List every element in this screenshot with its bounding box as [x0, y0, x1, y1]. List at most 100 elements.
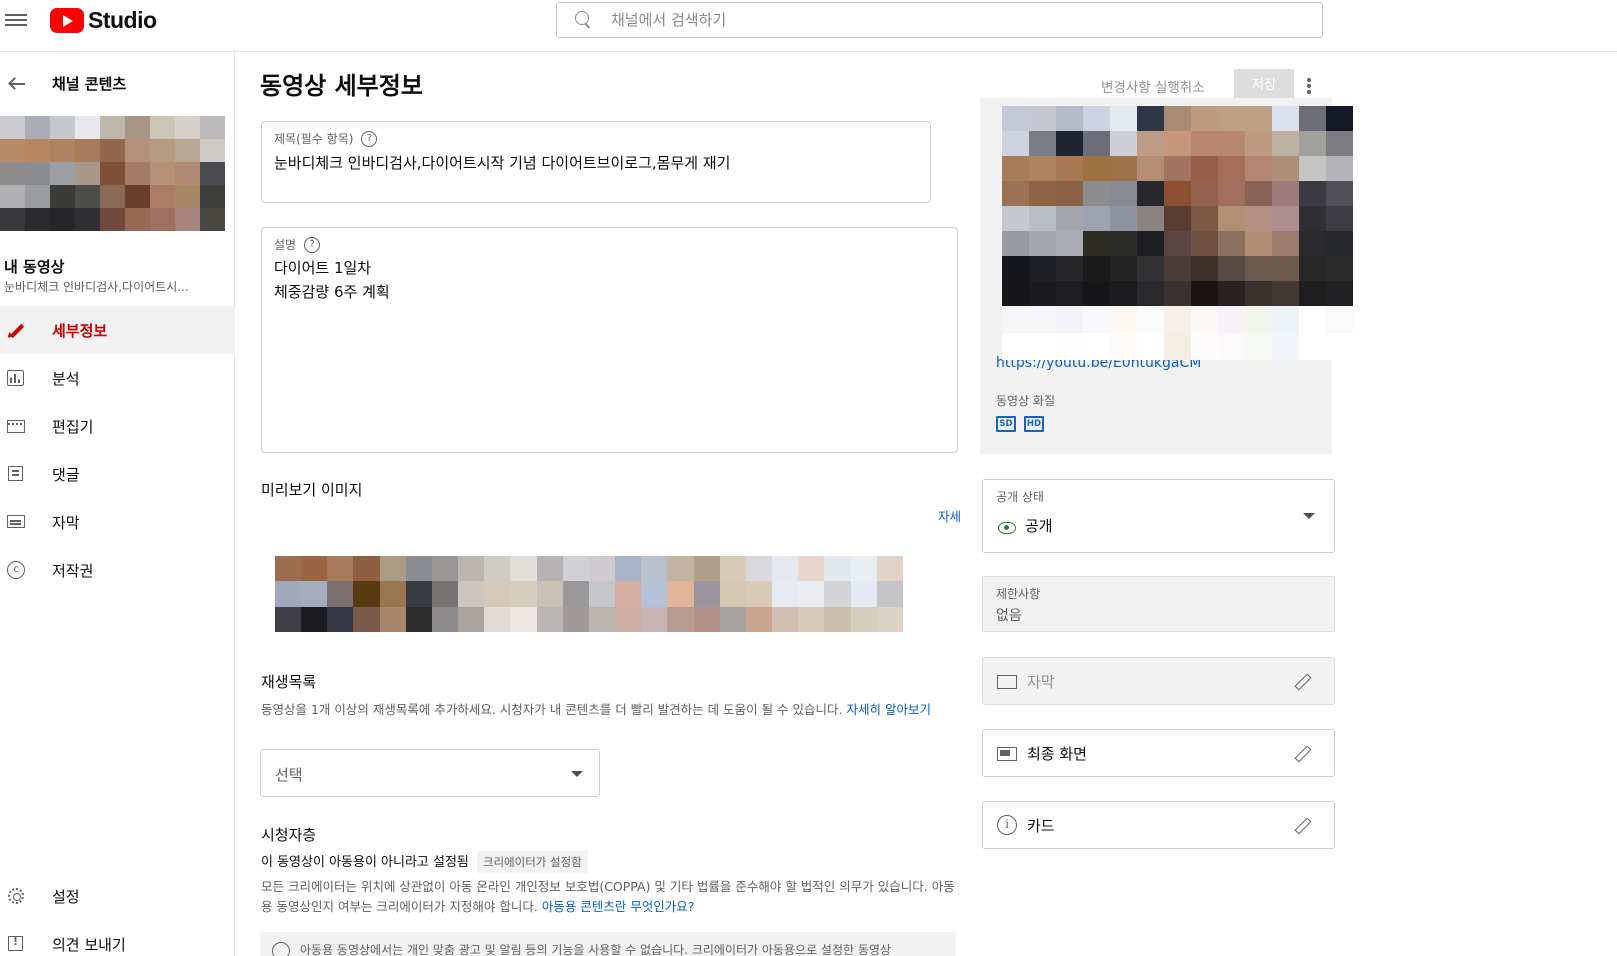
nav-item-feedback[interactable]: 의견 보내기	[0, 920, 235, 956]
cards-row[interactable]: i 카드	[982, 801, 1335, 849]
cards-label: 카드	[1027, 817, 1055, 835]
thumbnail-option[interactable]	[275, 556, 903, 632]
title-input[interactable]: 눈바디체크 인바디검사,다이어트시작 기념 다이어트브이로그,몸무게 재기	[274, 152, 730, 173]
nav-item-comments[interactable]: 댓글	[0, 450, 235, 498]
nav-label: 세부정보	[52, 321, 108, 340]
playlist-description: 동영상을 1개 이상의 재생목록에 추가하세요. 시청자가 내 콘텐츠를 더 빨…	[261, 700, 961, 720]
nav-label: 의견 보내기	[52, 935, 126, 954]
sd-badge-icon: SD	[996, 416, 1016, 432]
nav-label: 편집기	[52, 417, 94, 436]
undo-changes-button[interactable]: 변경사항 실행취소	[1101, 76, 1205, 96]
info-card-icon: i	[997, 815, 1017, 835]
kids-notice-text: 아동용 동영상에서는 개인 맞춤 광고 및 알림 등의 기능을 사용할 수 없습…	[300, 943, 891, 956]
info-icon	[272, 942, 290, 956]
video-player-controls[interactable]	[1002, 306, 1353, 360]
video-player-preview[interactable]	[1002, 106, 1353, 306]
search-input[interactable]	[611, 11, 1291, 29]
nav-label: 댓글	[52, 465, 80, 484]
coppa-description: 모든 크리에이터는 위치에 상관없이 아동 온라인 개인정보 보호법(COPPA…	[261, 877, 961, 917]
hd-badge-icon: HD	[1024, 416, 1044, 432]
title-field-label: 제목(필수 항목)	[274, 132, 354, 146]
title-field-label-row: 제목(필수 항목) ?	[274, 130, 378, 147]
channel-search-bar[interactable]	[556, 2, 1323, 38]
end-screen-label: 최종 화면	[1027, 745, 1087, 763]
description-field-label: 설명	[274, 238, 297, 252]
thumbnail-learn-more-link[interactable]: 자세	[938, 507, 961, 527]
editor-icon	[6, 416, 26, 436]
edit-pencil-icon[interactable]	[1292, 672, 1310, 690]
video-nav: 세부정보 분석 편집기 댓글 자막 c 저작권	[0, 306, 235, 594]
sidebar-bottom-nav: 설정 의견 보내기	[0, 872, 235, 956]
youtube-play-icon	[50, 7, 84, 33]
youtube-studio-logo[interactable]: Studio	[50, 6, 157, 34]
search-icon[interactable]	[575, 11, 593, 29]
edit-pencil-icon[interactable]	[1292, 816, 1310, 834]
creator-set-chip: 크리에이터가 설정함	[476, 851, 588, 873]
playlist-select[interactable]: 선택	[260, 749, 600, 797]
quality-badges: SD HD	[996, 416, 1044, 432]
feedback-icon	[6, 934, 26, 954]
eye-icon	[998, 522, 1016, 534]
help-icon[interactable]: ?	[361, 130, 378, 147]
subtitles-icon	[997, 675, 1017, 689]
description-field[interactable]: 설명 ? 다이어트 1일차 체중감량 6주 계획	[261, 227, 958, 453]
nav-item-details[interactable]: 세부정보	[0, 306, 235, 354]
end-screen-icon	[997, 747, 1017, 761]
visibility-select[interactable]: 공개 상태 공개	[982, 479, 1335, 553]
title-field[interactable]: 제목(필수 항목) ? 눈바디체크 인바디검사,다이어트시작 기념 다이어트브이…	[261, 121, 931, 203]
nav-item-settings[interactable]: 설정	[0, 872, 235, 920]
back-arrow-icon[interactable]	[8, 76, 26, 92]
subtitles-label: 자막	[1027, 673, 1055, 691]
dropdown-caret-icon	[1303, 513, 1315, 519]
comments-icon	[6, 464, 26, 484]
audience-status-row: 이 동영상이 아동용이 아니라고 설정됨 크리에이터가 설정함	[261, 851, 588, 873]
gear-icon	[6, 886, 26, 906]
my-video-heading: 내 동영상	[4, 258, 65, 276]
playlist-select-value: 선택	[275, 766, 303, 784]
page-title: 동영상 세부정보	[260, 72, 423, 100]
subtitles-row[interactable]: 자막	[982, 657, 1335, 705]
subtitles-icon	[6, 512, 26, 532]
playlist-section-title: 재생목록	[261, 673, 317, 691]
left-sidebar: 채널 콘텐츠 내 동영상 눈바디체크 인바디검사,다이어트시... 세부정보 분…	[0, 52, 235, 956]
top-bar: Studio	[0, 0, 1617, 52]
description-line[interactable]: 체중감량 6주 계획	[274, 281, 390, 302]
nav-label: 분석	[52, 369, 80, 388]
kids-notice-box: 아동용 동영상에서는 개인 맞춤 광고 및 알림 등의 기능을 사용할 수 없습…	[260, 932, 956, 956]
video-thumbnail[interactable]	[0, 116, 225, 231]
restrictions-box: 제한사항 없음	[982, 576, 1335, 632]
description-field-label-row: 설명 ?	[274, 236, 321, 253]
nav-label: 저작권	[52, 561, 94, 580]
nav-label: 자막	[52, 513, 80, 532]
playlist-help-text: 동영상을 1개 이상의 재생목록에 추가하세요. 시청자가 내 콘텐츠를 더 빨…	[261, 702, 843, 717]
nav-item-subtitles[interactable]: 자막	[0, 498, 235, 546]
kids-content-link[interactable]: 아동용 콘텐츠란 무엇인가요?	[542, 899, 695, 914]
thumbnail-section-title: 미리보기 이미지	[261, 481, 363, 499]
nav-label: 설정	[52, 887, 80, 906]
dropdown-caret-icon	[571, 771, 583, 777]
analytics-icon	[6, 368, 26, 388]
logo-text: Studio	[88, 6, 157, 33]
back-label: 채널 콘텐츠	[52, 75, 127, 93]
copyright-icon: c	[6, 560, 26, 580]
restrictions-value: 없음	[996, 608, 1022, 624]
restrictions-label: 제한사항	[996, 587, 1041, 601]
edit-pencil-icon[interactable]	[1292, 744, 1310, 762]
video-quality-label: 동영상 화질	[996, 394, 1056, 408]
save-button[interactable]: 저장	[1234, 69, 1294, 101]
visibility-value: 공개	[1025, 517, 1053, 535]
pencil-icon	[5, 320, 26, 340]
more-options-icon[interactable]	[1306, 76, 1312, 96]
playlist-learn-more-link[interactable]: 자세히 알아보기	[847, 702, 931, 717]
nav-item-editor[interactable]: 편집기	[0, 402, 235, 450]
visibility-label: 공개 상태	[996, 490, 1044, 504]
end-screen-row[interactable]: 최종 화면	[982, 729, 1335, 777]
help-icon[interactable]: ?	[304, 236, 321, 253]
back-to-channel-content[interactable]: 채널 콘텐츠	[0, 69, 235, 99]
hamburger-menu-icon[interactable]	[5, 11, 27, 29]
nav-item-analytics[interactable]: 분석	[0, 354, 235, 402]
nav-item-copyright[interactable]: c 저작권	[0, 546, 235, 594]
description-line[interactable]: 다이어트 1일차	[274, 257, 371, 278]
audience-status: 이 동영상이 아동용이 아니라고 설정됨	[261, 855, 469, 870]
sidebar-video-title: 눈바디체크 인바디검사,다이어트시...	[4, 280, 189, 294]
